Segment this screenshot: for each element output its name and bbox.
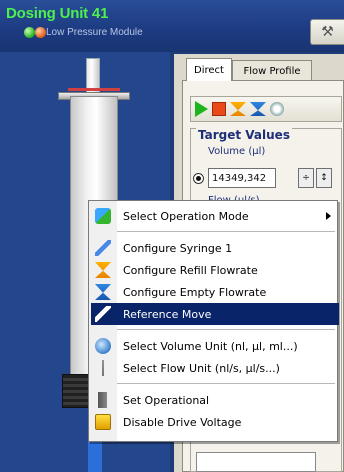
menu-item-configure-empty-flowrate[interactable]: Configure Empty Flowrate <box>95 281 339 303</box>
wrench-tool-button[interactable]: ⚒ <box>310 19 344 45</box>
syringe-outlet <box>88 440 102 472</box>
volume-step-button[interactable]: ↕ <box>316 168 332 188</box>
status-green-led-icon <box>24 27 35 38</box>
status-orange-led-icon <box>35 27 46 38</box>
syringe-fill-marker <box>68 88 120 91</box>
menu-item-set-operational[interactable]: Set Operational <box>98 389 339 411</box>
menu-item-reference-move[interactable]: Reference Move <box>91 303 339 325</box>
volume-label: Volume (µl) <box>208 146 266 157</box>
step-arrows-icon: ↕ <box>320 173 328 183</box>
target-values-title: Target Values <box>196 128 292 142</box>
set-operational-icon <box>98 392 107 408</box>
menu-items: Select Operation Mode Configure Syringe … <box>91 201 339 441</box>
menu-separator <box>117 329 335 330</box>
flow-input[interactable] <box>196 452 316 472</box>
volume-spin-button[interactable]: ÷ <box>298 168 314 188</box>
spin-arrows-icon: ÷ <box>302 173 310 183</box>
header-bar: Dosing Unit 41 Low Pressure Module ⚒ <box>0 0 344 52</box>
operation-mode-icon <box>95 208 111 224</box>
module-subtitle: Low Pressure Module <box>46 27 143 38</box>
menu-item-configure-syringe[interactable]: Configure Syringe 1 <box>95 237 339 259</box>
volume-radio[interactable] <box>193 173 204 184</box>
volume-input[interactable] <box>208 168 276 188</box>
menu-separator <box>117 383 335 384</box>
menu-item-select-flow-unit[interactable]: Select Flow Unit (nl/s, µl/s...) <box>102 357 339 379</box>
menu-item-select-volume-unit[interactable]: Select Volume Unit (nl, µl, ml...) <box>95 335 339 357</box>
volume-unit-icon <box>95 338 111 354</box>
play-icon[interactable] <box>195 101 208 117</box>
menu-item-configure-refill-flowrate[interactable]: Configure Refill Flowrate <box>95 259 339 281</box>
menu-separator <box>117 231 335 232</box>
reference-icon[interactable] <box>270 102 284 116</box>
dosing-toolbar <box>190 96 342 122</box>
empty-icon[interactable] <box>250 102 266 116</box>
menu-item-select-operation-mode[interactable]: Select Operation Mode <box>95 205 339 227</box>
menu-item-disable-drive-voltage[interactable]: Disable Drive Voltage <box>95 411 339 433</box>
refill-icon[interactable] <box>230 102 246 116</box>
context-menu: Select Operation Mode Configure Syringe … <box>88 200 339 442</box>
device-title: Dosing Unit 41 <box>6 5 109 22</box>
stop-icon[interactable] <box>212 102 226 116</box>
submenu-arrow-icon <box>326 212 331 220</box>
wrench-icon: ⚒ <box>321 24 334 40</box>
tab-direct[interactable]: Direct <box>186 58 232 81</box>
syringe-icon <box>95 240 111 256</box>
drive-voltage-icon <box>95 414 111 430</box>
reference-move-icon <box>95 306 111 322</box>
tab-flow-profile[interactable]: Flow Profile <box>232 60 312 81</box>
